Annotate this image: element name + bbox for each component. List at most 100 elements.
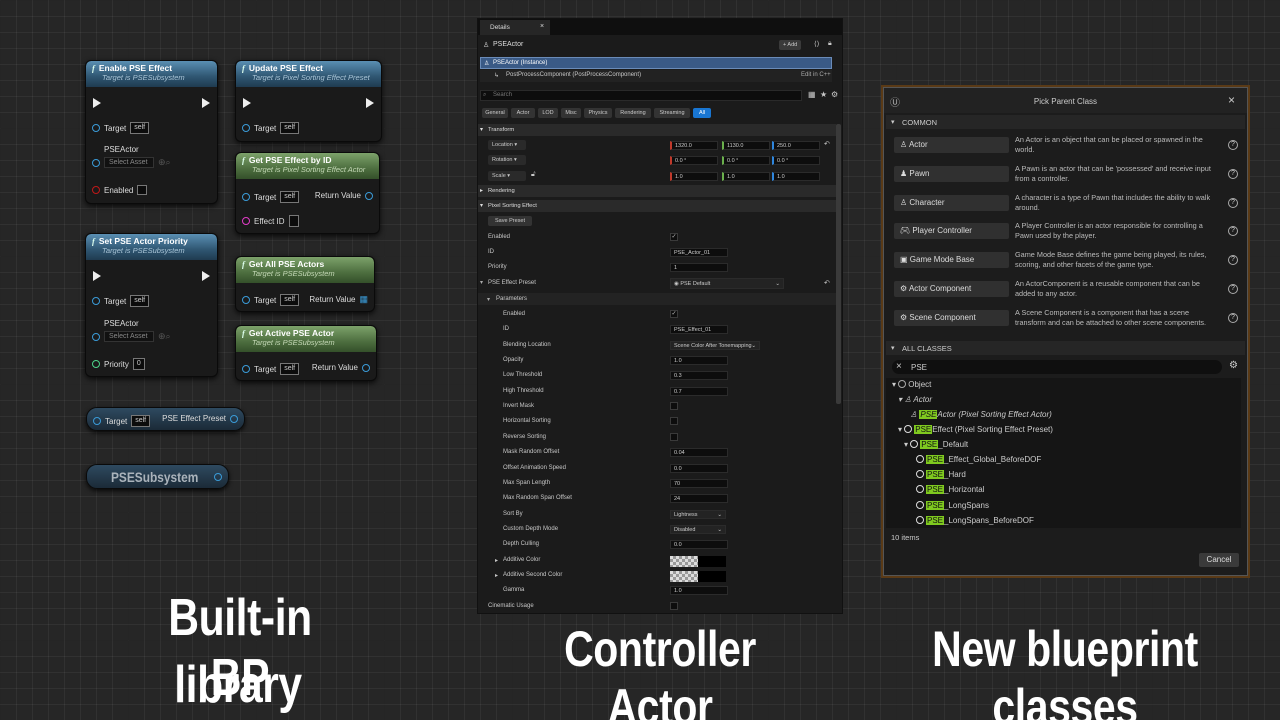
return-value-pin[interactable] (365, 191, 373, 200)
help-icon[interactable]: ? (1228, 255, 1238, 266)
subsystem-pin[interactable] (214, 473, 222, 481)
help-icon[interactable]: ? (1228, 168, 1238, 179)
filter-tab-general[interactable]: General (482, 108, 508, 118)
filter-tab-streaming[interactable]: Streaming (654, 108, 690, 118)
self-field[interactable]: self (130, 295, 150, 307)
param-field[interactable]: 24 (670, 494, 728, 504)
class-search-input[interactable]: × PSE (892, 360, 1222, 374)
node-set-pse-actor-priority[interactable]: f Set PSE Actor Priority Target is PSESub… (85, 233, 218, 377)
cancel-button[interactable]: Cancel (1199, 553, 1239, 567)
tree-item-pse-default[interactable]: ▾ PSE_Default (904, 440, 968, 449)
scale-z-field[interactable]: 1.0 (772, 172, 820, 181)
param-field[interactable]: 70 (670, 478, 728, 488)
pseactor-pin[interactable] (92, 158, 100, 167)
location-y-field[interactable]: 1130.0 (722, 141, 770, 150)
common-class-button[interactable]: ▣ Game Mode Base (894, 252, 1009, 269)
self-field[interactable]: self (280, 294, 300, 306)
browse-icon[interactable]: ⊕⌕ (158, 157, 171, 168)
rotation-y-field[interactable]: 0.0 ° (722, 156, 770, 165)
param-field[interactable]: 0.04 (670, 448, 728, 458)
exec-in-pin[interactable] (93, 98, 101, 108)
common-class-button[interactable]: ♙ Character (894, 194, 1009, 211)
target-pin[interactable] (242, 365, 250, 373)
blueprint-icon[interactable]: ⟨⟩ (814, 40, 819, 48)
filter-tab-misc[interactable]: Misc (561, 108, 581, 118)
close-tab-icon[interactable]: × (540, 23, 544, 30)
node-get-pse-effect-preset[interactable]: Target self PSE Effect Preset (86, 407, 245, 431)
help-icon[interactable]: ? (1228, 284, 1238, 294)
location-combo[interactable]: Location ▾ (488, 140, 526, 150)
tree-item-preset[interactable]: PSE_Effect_Global_BeforeDOF (916, 455, 1041, 464)
node-pse-subsystem[interactable]: PSESubsystem (86, 464, 229, 489)
target-pin[interactable] (242, 193, 250, 201)
filter-tab-lod[interactable]: LOD (538, 108, 558, 118)
prop-id-field[interactable]: PSE_Actor_01 (670, 248, 728, 257)
all-classes-header[interactable]: ▾ ALL CLASSES (886, 341, 1245, 355)
effect-id-pin[interactable] (242, 217, 250, 225)
details-panel[interactable]: Details × ♙ PSEActor + Add ⟨⟩ 🔒︎ ♙ PSEAct… (477, 18, 843, 614)
component-row-instance[interactable]: ♙ PSEActor (Instance) (480, 57, 832, 69)
prop-priority-field[interactable]: 1 (670, 263, 728, 272)
node-get-pse-effect-by-id[interactable]: f Get PSE Effect by ID Target is Pixel So… (235, 152, 380, 234)
common-class-button[interactable]: ⚙ Actor Component (894, 281, 1009, 297)
clear-search-icon[interactable]: × (896, 361, 902, 372)
add-component-button[interactable]: + Add (779, 40, 802, 50)
self-field[interactable]: self (130, 122, 150, 134)
self-field[interactable]: self (280, 122, 300, 134)
filter-tab-physics[interactable]: Physics (584, 108, 612, 118)
help-icon[interactable]: ? (1228, 226, 1238, 237)
section-pixel-sorting[interactable]: ▾ Pixel Sorting Effect (478, 200, 836, 212)
return-value-pin[interactable] (362, 363, 370, 372)
color-swatch[interactable] (670, 555, 726, 567)
exec-out-pin[interactable] (366, 98, 374, 108)
select-asset-combo[interactable]: Select Asset (104, 157, 154, 168)
browse-icon[interactable]: ⊕⌕ (158, 331, 171, 342)
enabled-pin[interactable] (92, 186, 100, 194)
preset-asset-combo[interactable]: ◉ PSE Default ⌄ (670, 278, 784, 289)
tree-item-actor[interactable]: ▾ ♙ Actor (898, 395, 932, 404)
help-icon[interactable]: ? (1228, 197, 1238, 208)
graph-canvas[interactable]: f Enable PSE Effect Target is PSESubsyste… (0, 0, 1280, 720)
pick-parent-class-dialog[interactable]: Ⓤ Pick Parent Class × ▾ COMMON ♙ Actor An… (883, 87, 1248, 576)
param-checkbox[interactable] (670, 432, 678, 441)
settings-gear-icon[interactable]: ⚙ (1229, 360, 1238, 371)
param-checkbox[interactable] (670, 402, 678, 411)
tab-details[interactable]: Details × (480, 20, 550, 35)
section-parameters[interactable]: ▾ Parameters (478, 293, 836, 305)
rotation-z-field[interactable]: 0.0 ° (772, 156, 820, 165)
rotation-combo[interactable]: Rotation ▾ (488, 155, 526, 165)
param-field[interactable]: 1.0 (670, 586, 728, 596)
expand-arrow-icon[interactable]: ▸ (495, 572, 498, 579)
filter-tab-all[interactable]: All (693, 108, 711, 118)
param-field[interactable]: 0.3 (670, 371, 728, 381)
tree-item-pseactor[interactable]: ♙ PSEActor (Pixel Sorting Effect Actor) (910, 410, 1052, 419)
help-icon[interactable]: ? (1228, 140, 1238, 150)
location-z-field[interactable]: 250.0 (772, 141, 820, 150)
node-get-active-pse-actor[interactable]: f Get Active PSE Actor Target is PSESubsy… (235, 325, 377, 381)
component-row-postprocess[interactable]: ↳ PostProcessComponent (PostProcessCompo… (480, 70, 832, 82)
details-scrollbar[interactable] (836, 124, 841, 404)
param-checkbox[interactable] (670, 417, 678, 426)
details-search-input[interactable]: ⌕ Search (480, 90, 802, 101)
enabled-checkbox[interactable] (137, 185, 148, 195)
close-icon[interactable]: × (1228, 93, 1235, 107)
section-rendering[interactable]: ▸ Rendering (478, 185, 836, 197)
prop-enabled-checkbox[interactable]: ✓ (670, 233, 678, 241)
section-transform[interactable]: ▾ Transform (478, 124, 836, 136)
self-field[interactable]: self (131, 415, 151, 427)
param-combo[interactable]: Disabled ⌄ (670, 524, 726, 534)
exec-in-pin[interactable] (243, 98, 251, 108)
target-pin[interactable] (242, 296, 250, 304)
tree-item-preset[interactable]: PSE_LongSpans (916, 500, 989, 510)
target-pin[interactable] (242, 124, 250, 132)
param-combo[interactable]: Scene Color After Tonemapping ⌄ (670, 340, 760, 350)
self-field[interactable]: self (280, 191, 300, 203)
common-class-button[interactable]: ⚙ Scene Component (894, 309, 1009, 326)
tree-item-preset[interactable]: PSE_Hard (916, 470, 966, 480)
priority-field[interactable]: 0 (132, 358, 145, 370)
param-field[interactable]: 0.0 (670, 463, 728, 473)
filter-tab-rendering[interactable]: Rendering (615, 108, 651, 118)
common-header[interactable]: ▾ COMMON (886, 115, 1245, 129)
common-class-button[interactable]: 🎮︎ Player Controller (894, 223, 1009, 240)
common-class-button[interactable]: ♟ Pawn (894, 165, 1009, 182)
